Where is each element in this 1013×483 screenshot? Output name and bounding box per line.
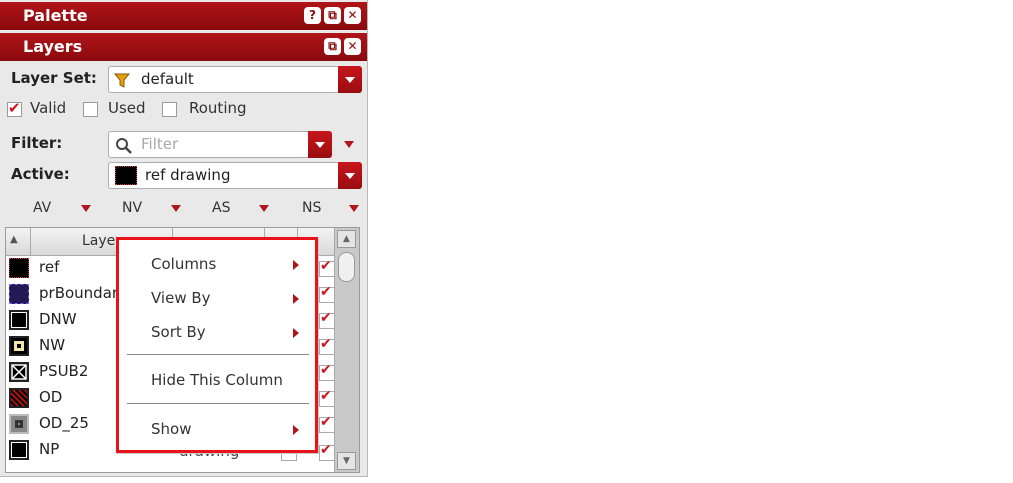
palette-title: Palette: [23, 6, 88, 25]
used-label: Used: [108, 99, 146, 117]
submenu-arrow-icon: [293, 328, 299, 338]
float-icon[interactable]: ⧉: [324, 7, 341, 24]
layer-set-select[interactable]: default: [108, 66, 362, 93]
layers-titlebar[interactable]: Layers ⧉ ✕: [0, 33, 367, 61]
ns-menu-icon[interactable]: [349, 205, 359, 212]
valid-checkbox[interactable]: [7, 99, 22, 117]
menu-item-columns[interactable]: Columns: [151, 255, 216, 273]
od-swatch-icon: [9, 388, 29, 408]
od25-swatch-icon: [9, 414, 29, 434]
filter-input[interactable]: Filter: [108, 131, 332, 158]
layer-set-value: default: [141, 70, 194, 88]
column-context-menu: Columns View By Sort By Hide This Column…: [116, 237, 318, 453]
chevron-down-icon[interactable]: [338, 66, 362, 93]
layer-name: OD_25: [39, 414, 89, 432]
palette-titlebar[interactable]: Palette ? ⧉ ✕: [0, 2, 367, 30]
menu-item-sort-by[interactable]: Sort By: [151, 323, 206, 341]
visible-checkbox[interactable]: [319, 442, 335, 461]
routing-label: Routing: [189, 99, 247, 117]
layer-set-label: Layer Set:: [11, 69, 97, 87]
av-label: AV: [33, 200, 52, 216]
av-menu-icon[interactable]: [81, 205, 91, 212]
visible-checkbox[interactable]: [319, 362, 335, 381]
as-label: AS: [212, 200, 231, 216]
layer-name: ref: [39, 258, 60, 276]
active-row: Active: ref drawing: [0, 160, 367, 192]
vertical-scrollbar[interactable]: ▲ ▼: [334, 228, 359, 472]
used-checkbox[interactable]: [83, 102, 98, 117]
active-layer-select[interactable]: ref drawing: [108, 162, 362, 189]
visible-checkbox[interactable]: [319, 310, 335, 329]
chevron-down-icon[interactable]: [308, 131, 332, 158]
ns-label: NS: [302, 200, 322, 216]
visible-checkbox[interactable]: [319, 414, 335, 433]
layer-set-row: Layer Set: default: [0, 64, 367, 96]
funnel-icon: [114, 73, 130, 88]
active-layer-value: ref drawing: [145, 166, 231, 184]
active-label: Active:: [11, 165, 70, 183]
visibility-columns-row: AV NV AS NS: [0, 194, 367, 222]
filter-row: Filter: Filter: [0, 128, 367, 160]
visible-checkbox[interactable]: [319, 284, 335, 303]
search-icon: [116, 138, 132, 154]
scroll-up-icon[interactable]: ▲: [337, 230, 356, 248]
ref-swatch-icon: [9, 258, 29, 278]
routing-checkbox[interactable]: [162, 102, 177, 117]
psub2-swatch-icon: [9, 362, 29, 382]
visible-checkbox[interactable]: [319, 336, 335, 355]
menu-item-show[interactable]: Show: [151, 420, 191, 438]
layer-name: prBoundary: [39, 284, 127, 302]
sort-up-icon[interactable]: ▲: [10, 234, 18, 245]
valid-label: Valid: [30, 99, 67, 117]
chevron-down-icon[interactable]: [338, 162, 362, 189]
scroll-thumb[interactable]: [338, 252, 355, 282]
menu-item-hide-this-column[interactable]: Hide This Column: [151, 371, 283, 389]
prboundary-swatch-icon: [9, 284, 29, 304]
float-icon[interactable]: ⧉: [324, 38, 341, 55]
visible-checkbox[interactable]: [319, 388, 335, 407]
nv-label: NV: [122, 200, 143, 216]
np-swatch-icon: [9, 440, 29, 460]
layer-name: NW: [39, 336, 66, 354]
nv-menu-icon[interactable]: [171, 205, 181, 212]
close-icon[interactable]: ✕: [344, 38, 361, 55]
filter-placeholder: Filter: [141, 135, 179, 153]
submenu-arrow-icon: [293, 294, 299, 304]
layer-name: DNW: [39, 310, 77, 328]
scroll-down-icon[interactable]: ▼: [337, 452, 356, 470]
as-menu-icon[interactable]: [259, 205, 269, 212]
close-icon[interactable]: ✕: [344, 7, 361, 24]
layer-name: NP: [39, 440, 60, 458]
ref-swatch-icon: [115, 166, 137, 185]
layer-name: PSUB2: [39, 362, 89, 380]
filter-options-icon[interactable]: [344, 141, 354, 148]
filter-label: Filter:: [11, 134, 63, 152]
dnw-swatch-icon: [9, 310, 29, 330]
filter-checks-row: Valid Used Routing: [0, 98, 367, 126]
layer-name: OD: [39, 388, 63, 406]
visible-checkbox[interactable]: [319, 258, 335, 277]
menu-item-view-by[interactable]: View By: [151, 289, 211, 307]
menu-separator: [127, 354, 309, 355]
submenu-arrow-icon: [293, 260, 299, 270]
submenu-arrow-icon: [293, 425, 299, 435]
nw-swatch-icon: [9, 336, 29, 356]
help-icon[interactable]: ?: [304, 7, 321, 24]
menu-separator: [127, 403, 309, 404]
layers-title: Layers: [23, 37, 83, 56]
